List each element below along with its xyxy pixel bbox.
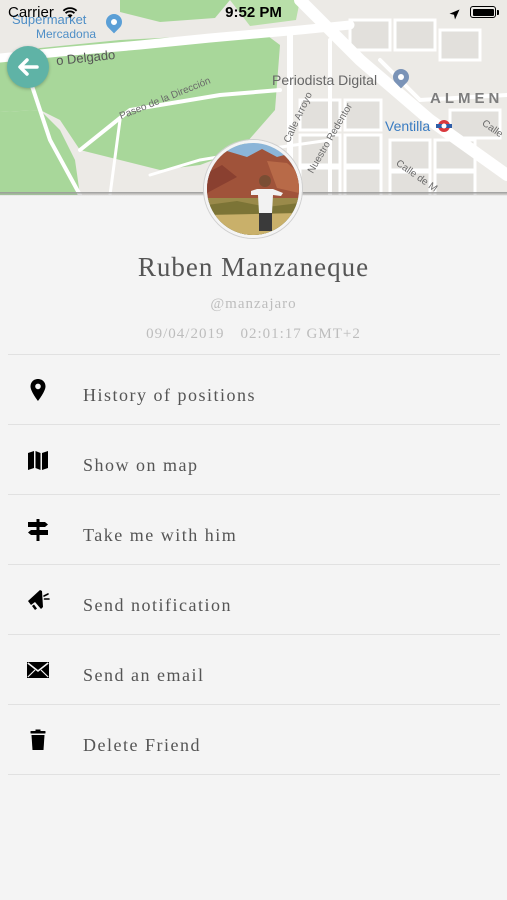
arrow-left-icon (18, 58, 39, 76)
menu-item-label: Send an email (83, 665, 205, 685)
map-pin-icon (30, 379, 46, 401)
last-seen-time: 02:01:17 GMT+2 (240, 326, 361, 342)
battery-icon (470, 6, 496, 18)
avatar-photo (207, 143, 299, 235)
megaphone-icon (28, 590, 50, 610)
menu-item-label: History of positions (83, 385, 257, 405)
menu-item-history-of-positions[interactable]: History of positions (8, 355, 500, 425)
back-button[interactable] (7, 46, 49, 88)
menu-item-label: Take me with him (83, 525, 238, 545)
envelope-icon (27, 662, 49, 678)
menu-item-label: Send notification (83, 595, 232, 615)
last-seen-datetime: 09/04/2019 02:01:17 GMT+2 (0, 326, 507, 343)
menu-item-take-me-with-him[interactable]: Take me with him (8, 495, 500, 565)
trash-icon (30, 729, 46, 750)
friend-actions-menu: History of positions Show on map Take me… (8, 354, 500, 775)
menu-item-delete-friend[interactable]: Delete Friend (8, 705, 500, 775)
map-label-mercadona: Mercadona (36, 27, 97, 41)
profile-name: Ruben Manzaneque (137, 252, 370, 282)
menu-item-label: Delete Friend (83, 735, 201, 755)
map-label-almen: ALMEN (430, 90, 504, 107)
avatar[interactable] (204, 140, 302, 238)
menu-item-show-on-map[interactable]: Show on map (8, 425, 500, 495)
last-seen-date: 09/04/2019 (146, 326, 225, 342)
map-icon (28, 451, 48, 470)
location-arrow-icon (449, 7, 460, 25)
map-label-periodista: Periodista Digital (272, 72, 378, 88)
map-label-ventilla: Ventilla (385, 118, 431, 134)
battery-tip (497, 10, 499, 15)
menu-item-send-an-email[interactable]: Send an email (8, 635, 500, 705)
menu-item-send-notification[interactable]: Send notification (8, 565, 500, 635)
profile-username: @manzajaro (210, 296, 297, 312)
signpost-icon (28, 519, 48, 541)
menu-item-label: Show on map (83, 455, 199, 475)
status-bar: Carrier 9:52 PM (0, 0, 507, 28)
status-time: 9:52 PM (225, 4, 282, 21)
